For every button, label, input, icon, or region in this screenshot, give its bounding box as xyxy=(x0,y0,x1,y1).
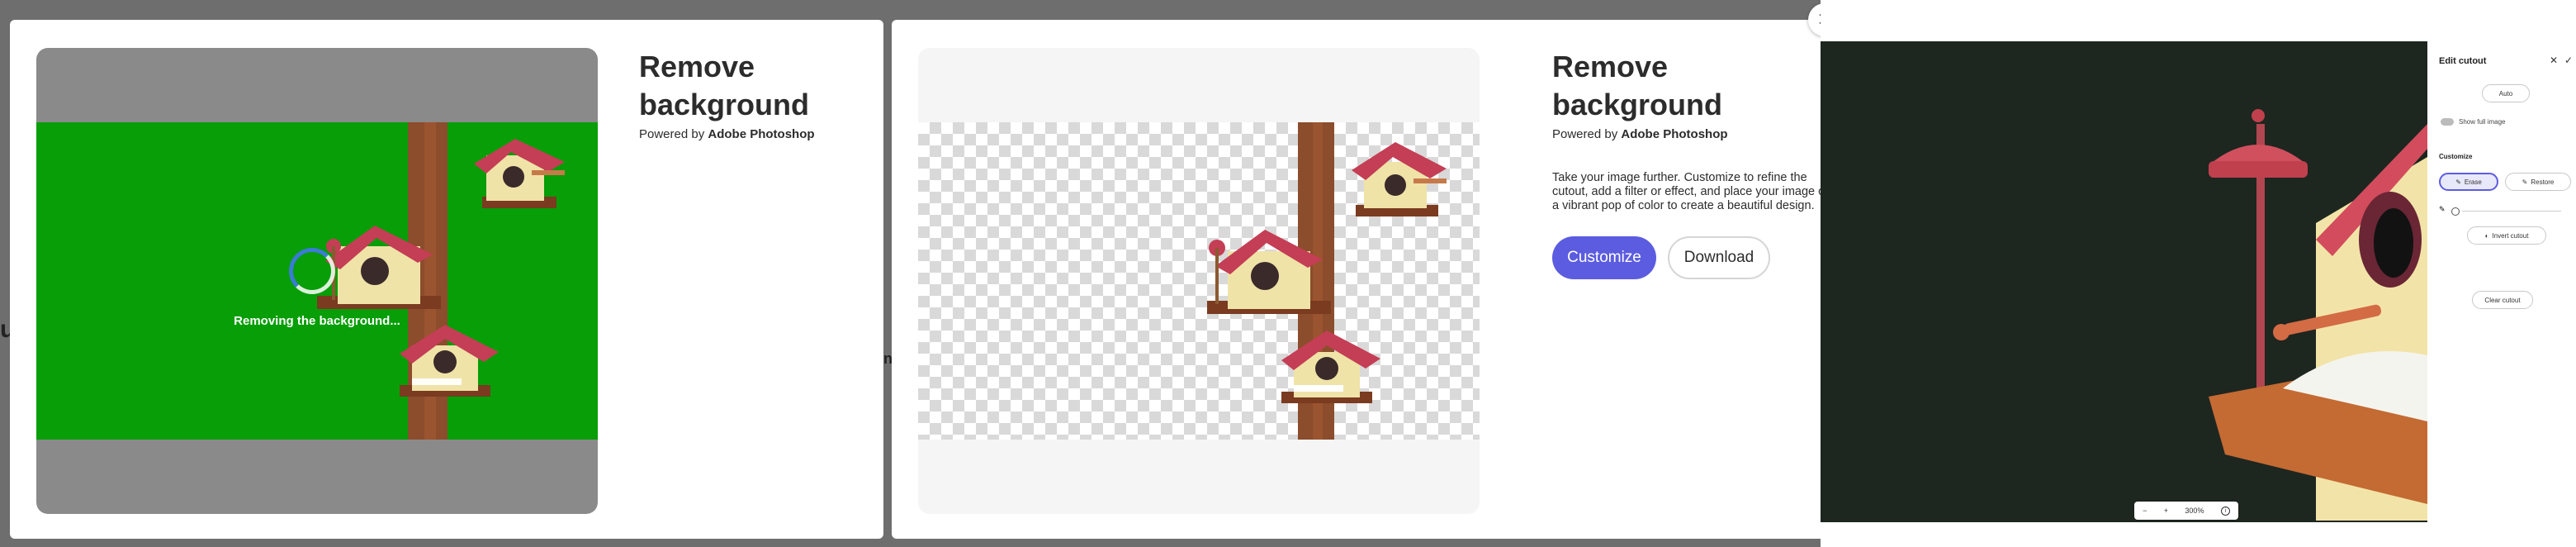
slider-track xyxy=(2462,211,2561,212)
erase-label: Erase xyxy=(2464,178,2482,186)
check-icon[interactable]: ✓ xyxy=(2564,55,2573,66)
frame-removing: u Removing the background... Remove back… xyxy=(0,0,892,547)
download-button[interactable]: Download xyxy=(1668,236,1770,279)
customize-button[interactable]: Customize xyxy=(1552,236,1656,279)
powered-brand: Adobe Photoshop xyxy=(708,127,815,141)
show-full-image-label: Show full image xyxy=(2459,118,2506,126)
editor-canvas: − + 300% i xyxy=(1821,41,2427,522)
page-title: Remove background xyxy=(1552,50,1723,121)
zoom-toolbar: − + 300% i xyxy=(2134,502,2238,520)
panel-title: Edit cutout xyxy=(2439,56,2487,66)
zoom-in-icon[interactable]: + xyxy=(2164,507,2168,515)
invert-cutout-label: Invert cutout xyxy=(2492,231,2529,240)
close-icon[interactable]: ✕ xyxy=(2550,55,2558,66)
restore-button[interactable]: ✎ Restore xyxy=(2505,173,2571,191)
backdrop-strip xyxy=(883,0,892,547)
birdhouse-cutout xyxy=(1207,122,1447,440)
eraser-icon: ✎ xyxy=(2455,178,2461,186)
restore-label: Restore xyxy=(2531,178,2555,186)
brush-icon: ✎ xyxy=(2439,205,2446,213)
remove-bg-dialog: Removing the background... Remove backgr… xyxy=(10,20,883,539)
info-icon[interactable]: i xyxy=(2220,506,2230,516)
spinner-icon xyxy=(289,248,335,294)
powered-by: Powered by Adobe Photoshop xyxy=(1552,127,1728,141)
zoom-out-icon[interactable]: − xyxy=(2143,507,2147,515)
erase-button[interactable]: ✎ Erase xyxy=(2439,173,2498,191)
invert-icon: ◐ xyxy=(2484,231,2489,240)
edit-cutout-panel: Edit cutout ✕ ✓ Auto Show full image Cus… xyxy=(2429,41,2576,522)
transparent-cutout-image xyxy=(918,122,1480,440)
powered-prefix: Powered by xyxy=(639,127,705,141)
customize-heading: Customize xyxy=(2439,153,2473,160)
zoom-level[interactable]: 300% xyxy=(2185,507,2204,515)
clear-cutout-button[interactable]: Clear cutout xyxy=(2472,291,2533,309)
description-text: Take your image further. Customize to re… xyxy=(1552,171,1832,212)
brush-size-slider[interactable]: ✎ xyxy=(2439,205,2563,216)
invert-cutout-button[interactable]: ◐ Invert cutout xyxy=(2467,226,2546,245)
loading-text: Removing the background... xyxy=(234,314,400,328)
zoomed-birdhouse-image xyxy=(2209,109,2427,521)
frame-edit-cutout: − + 300% i Edit cutout ✕ ✓ Auto Show ful… xyxy=(1821,0,2576,547)
slider-thumb[interactable] xyxy=(2451,207,2460,216)
toggle-icon[interactable] xyxy=(2441,118,2454,126)
frame-result: n Remove background Powered by Adobe Pho… xyxy=(883,0,1858,547)
auto-button[interactable]: Auto xyxy=(2482,84,2530,102)
backdrop-left-strip xyxy=(0,0,10,547)
powered-brand: Adobe Photoshop xyxy=(1621,127,1728,141)
powered-by: Powered by Adobe Photoshop xyxy=(639,127,815,141)
image-stage: Removing the background... xyxy=(36,48,598,514)
page-title: Remove background xyxy=(639,50,810,121)
remove-bg-dialog: Remove background Powered by Adobe Photo… xyxy=(892,20,1831,539)
brush-icon: ✎ xyxy=(2522,178,2528,186)
powered-prefix: Powered by xyxy=(1552,127,1618,141)
image-stage xyxy=(918,48,1480,514)
